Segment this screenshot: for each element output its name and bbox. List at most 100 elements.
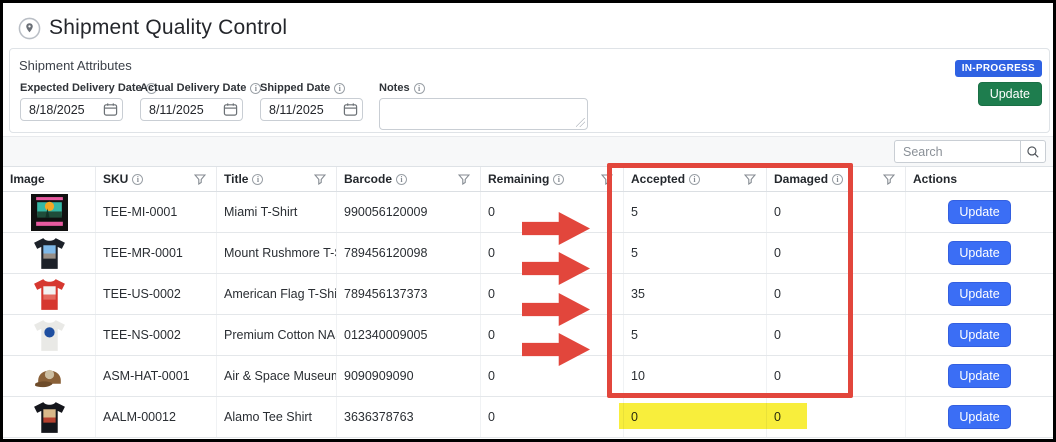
calendar-icon[interactable] — [222, 102, 238, 118]
expected-delivery-date-field: Expected Delivery Date — [20, 82, 157, 121]
row-update-button[interactable]: Update — [948, 200, 1010, 224]
alamo-tshirt-photo — [3, 397, 96, 437]
column-header-damaged: Damaged — [767, 167, 906, 191]
actions-cell: Update — [906, 274, 1053, 314]
remaining-cell: 0 — [481, 233, 624, 273]
row-update-button[interactable]: Update — [948, 241, 1010, 265]
column-header-accepted: Accepted — [624, 167, 767, 191]
museum-hat-photo — [3, 356, 96, 396]
column-header-barcode: Barcode — [337, 167, 481, 191]
info-icon — [396, 174, 407, 185]
mount-rushmore-tshirt-photo — [3, 233, 96, 273]
column-header-remaining: Remaining — [481, 167, 624, 191]
row-update-button[interactable]: Update — [948, 364, 1010, 388]
field-label: Shipped Date — [260, 82, 330, 94]
accepted-cell: 10 — [624, 356, 767, 396]
calendar-icon[interactable] — [342, 102, 358, 118]
row-update-button[interactable]: Update — [948, 282, 1010, 306]
damaged-cell: 0 — [767, 233, 906, 273]
table-row: TEE-NS-0002 Premium Cotton NASA T-... 01… — [3, 315, 1053, 356]
shipped-date-input[interactable] — [261, 103, 339, 117]
barcode-cell: 9090909090 — [337, 356, 481, 396]
column-header-actions: Actions — [906, 167, 1053, 191]
search-icon — [1026, 145, 1040, 159]
info-icon — [832, 174, 843, 185]
info-icon — [414, 83, 425, 94]
status-badge: IN-PROGRESS — [955, 60, 1042, 77]
actual-delivery-date-field: Actual Delivery Date — [140, 82, 261, 121]
accepted-cell: 35 — [624, 274, 767, 314]
sku-cell: TEE-NS-0002 — [96, 315, 217, 355]
row-update-button[interactable]: Update — [948, 405, 1010, 429]
accepted-cell: 0 — [624, 397, 767, 437]
table-body: TEE-MI-0001 Miami T-Shirt 990056120009 0… — [3, 192, 1053, 438]
location-pin-icon — [18, 17, 41, 40]
info-icon — [252, 174, 263, 185]
sku-cell: AALM-00012 — [96, 397, 217, 437]
page-header: Shipment Quality Control — [18, 16, 287, 40]
remaining-cell: 0 — [481, 356, 624, 396]
filter-funnel-icon[interactable] — [194, 174, 206, 185]
damaged-cell: 0 — [767, 397, 906, 437]
title-cell: Air & Space Museum Hat — [217, 356, 337, 396]
remaining-cell: 0 — [481, 397, 624, 437]
notes-field: Notes — [379, 82, 588, 130]
filter-funnel-icon[interactable] — [458, 174, 470, 185]
shipment-quality-control-page: Shipment Quality Control Shipment Attrib… — [0, 0, 1056, 442]
barcode-cell: 3636378763 — [337, 397, 481, 437]
row-update-button[interactable]: Update — [948, 323, 1010, 347]
actual-delivery-date-input[interactable] — [141, 103, 219, 117]
field-label: Notes — [379, 82, 410, 94]
field-label: Actual Delivery Date — [140, 82, 246, 94]
title-cell: Mount Rushmore T-Shirt — [217, 233, 337, 273]
field-label: Expected Delivery Date — [20, 82, 142, 94]
american-flag-tshirt-photo — [3, 274, 96, 314]
table-row: TEE-US-0002 American Flag T-Shirt 789456… — [3, 274, 1053, 315]
sku-cell: TEE-US-0002 — [96, 274, 217, 314]
table-toolbar — [3, 136, 1053, 167]
table-row: AALM-00012 Alamo Tee Shirt 3636378763 0 … — [3, 397, 1053, 438]
remaining-cell: 0 — [481, 315, 624, 355]
shipment-attributes-panel: Shipment Attributes Expected Delivery Da… — [9, 48, 1050, 133]
title-cell: Alamo Tee Shirt — [217, 397, 337, 437]
damaged-cell: 0 — [767, 192, 906, 232]
accepted-cell: 5 — [624, 192, 767, 232]
filter-funnel-icon[interactable] — [601, 174, 613, 185]
shipment-items-table: Image SKU Title Barcode Remaining Accept… — [3, 167, 1053, 438]
sku-cell: ASM-HAT-0001 — [96, 356, 217, 396]
actions-cell: Update — [906, 233, 1053, 273]
search-input[interactable] — [894, 140, 1020, 163]
calendar-icon[interactable] — [102, 102, 118, 118]
damaged-cell: 0 — [767, 356, 906, 396]
section-title: Shipment Attributes — [19, 58, 132, 73]
shipment-update-button[interactable]: Update — [978, 82, 1042, 106]
column-header-image: Image — [3, 167, 96, 191]
info-icon — [553, 174, 564, 185]
actions-cell: Update — [906, 192, 1053, 232]
actions-cell: Update — [906, 315, 1053, 355]
damaged-cell: 0 — [767, 315, 906, 355]
expected-delivery-date-input[interactable] — [21, 103, 99, 117]
notes-textarea[interactable] — [380, 99, 587, 129]
damaged-cell: 0 — [767, 274, 906, 314]
info-icon — [334, 83, 345, 94]
barcode-cell: 789456120098 — [337, 233, 481, 273]
title-cell: Premium Cotton NASA T-... — [217, 315, 337, 355]
search-button[interactable] — [1020, 140, 1046, 163]
shipped-date-field: Shipped Date — [260, 82, 363, 121]
column-header-title: Title — [217, 167, 337, 191]
actions-cell: Update — [906, 397, 1053, 437]
actions-cell: Update — [906, 356, 1053, 396]
sku-cell: TEE-MI-0001 — [96, 192, 217, 232]
miami-tshirt-photo — [3, 192, 96, 232]
accepted-cell: 5 — [624, 315, 767, 355]
accepted-cell: 5 — [624, 233, 767, 273]
info-icon — [132, 174, 143, 185]
title-cell: Miami T-Shirt — [217, 192, 337, 232]
filter-funnel-icon[interactable] — [744, 174, 756, 185]
barcode-cell: 789456137373 — [337, 274, 481, 314]
filter-funnel-icon[interactable] — [883, 174, 895, 185]
filter-funnel-icon[interactable] — [314, 174, 326, 185]
sku-cell: TEE-MR-0001 — [96, 233, 217, 273]
remaining-cell: 0 — [481, 274, 624, 314]
